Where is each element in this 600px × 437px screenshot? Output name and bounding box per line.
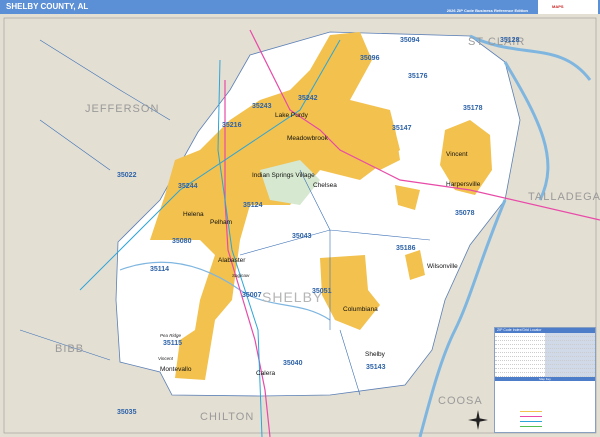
map-header: SHELBY COUNTY, AL 2026 ZIP Code Business…	[0, 0, 600, 14]
zip-label: 35007	[242, 292, 262, 299]
city-label: Indian Springs Village	[252, 172, 315, 179]
city-label: Calera	[256, 370, 276, 377]
publisher-logo: MAPS	[538, 0, 598, 14]
city-label: Wilsonville	[427, 263, 458, 270]
zip-label: 35216	[222, 122, 242, 129]
place-label: Pea Ridge	[160, 333, 182, 338]
city-label: Chelsea	[313, 182, 337, 189]
edition-label: 2026 ZIP Code Business Reference Edition	[446, 8, 528, 13]
city-label: Helena	[183, 211, 204, 218]
zip-label: 35022	[117, 172, 137, 179]
city-label: Alabaster	[218, 257, 246, 264]
city-label: Vincent	[446, 151, 468, 158]
city-label: Montevallo	[160, 366, 192, 373]
county-label-jefferson: JEFFERSON	[85, 103, 159, 115]
city-label: Meadowbrook	[287, 135, 329, 142]
zip-label: 35244	[178, 183, 198, 190]
map-view[interactable]: SHELBY COUNTY, AL 2026 ZIP Code Business…	[0, 0, 600, 437]
zip-label: 35040	[283, 360, 303, 367]
zip-label: 35114	[150, 266, 169, 273]
zip-label: 35124	[243, 202, 263, 209]
county-label-bibb: BIBB	[55, 343, 84, 355]
zip-index-table	[495, 333, 595, 377]
zip-label: 35176	[408, 73, 428, 80]
zip-label: 35078	[455, 210, 475, 217]
county-label-talladega: TALLADEGA	[528, 191, 600, 203]
county-label-chilton: CHILTON	[200, 411, 254, 423]
legend-panel: ZIP Code Index/Grid Locator Map Key	[494, 327, 596, 433]
zip-label: 35186	[396, 245, 416, 252]
zip-label: 35128	[500, 37, 520, 44]
city-label: Columbiana	[343, 306, 378, 313]
map-title: SHELBY COUNTY, AL	[6, 2, 89, 11]
zip-label: 35035	[117, 409, 137, 416]
zip-label: 35094	[400, 37, 420, 44]
city-label: Pelham	[210, 219, 232, 226]
zip-label: 35242	[298, 95, 318, 102]
city-label: Lake Purdy	[275, 112, 309, 119]
zip-label: 35043	[292, 233, 312, 240]
map-key	[495, 381, 595, 431]
zip-label: 35143	[366, 364, 386, 371]
logo-text: MAPS	[552, 4, 564, 9]
place-label: Vincent	[158, 356, 174, 361]
zip-label: 35147	[392, 125, 412, 132]
city-label: Harpersville	[446, 181, 481, 188]
zip-label: 35243	[252, 103, 272, 110]
place-label: Saginaw	[232, 273, 250, 278]
zip-label: 35115	[163, 340, 182, 347]
zip-label: 35096	[360, 55, 380, 62]
zip-label: 35051	[312, 288, 332, 295]
city-label: Shelby	[365, 351, 386, 358]
county-label-coosa: COOSA	[438, 395, 483, 407]
zip-label: 35178	[463, 105, 483, 112]
zip-label: 35080	[172, 238, 192, 245]
